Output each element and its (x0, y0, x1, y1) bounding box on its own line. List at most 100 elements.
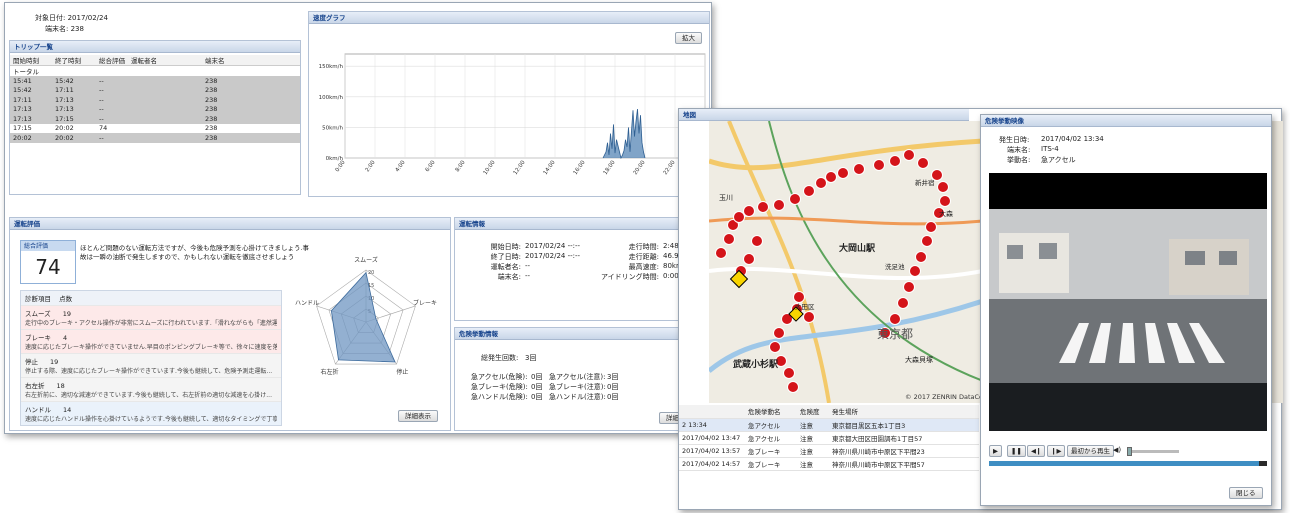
diag-item-desc: 右左折前に、適切な減速ができています.今後も継続して、右左折前の適切な減速を心掛… (25, 392, 272, 399)
event-col-level[interactable]: 危険度 (797, 405, 829, 419)
route-marker-icon[interactable] (783, 367, 795, 379)
diag-item[interactable]: 停止 19 停止する際、速度に応じたブレーキ操作ができています.今後も継続して、危険… (21, 354, 281, 378)
col-terminal[interactable]: 端末名 (202, 55, 300, 66)
diag-item[interactable]: スムーズ 19 走行中のブレーキ・アクセル操作が非常にスムーズに行われています.「滑… (21, 306, 281, 330)
diag-item[interactable]: ハンドル 14 速度に応じたハンドル操作を心掛けているようです.今後も継続して、適切… (21, 402, 281, 425)
route-marker-icon[interactable] (787, 381, 799, 393)
diag-item[interactable]: 右左折 18 右左折前に、適切な減速ができています.今後も継続して、右左折前の適切な… (21, 378, 281, 402)
driving-eval-title: 運転評価 (10, 218, 450, 230)
route-marker-icon[interactable] (897, 297, 909, 309)
volume-slider[interactable] (1127, 447, 1179, 456)
route-marker-icon[interactable] (773, 327, 785, 339)
route-marker-icon[interactable] (937, 181, 949, 193)
radar-label: ブレーキ (413, 299, 437, 307)
route-marker-icon[interactable] (873, 159, 885, 171)
table-row-total[interactable]: トータル (10, 66, 300, 76)
route-marker-icon[interactable] (733, 211, 745, 223)
route-marker-icon[interactable] (909, 265, 921, 277)
route-marker-icon[interactable] (815, 177, 827, 189)
eval-detail-button[interactable]: 詳細表示 (398, 410, 438, 422)
diag-item[interactable]: ブレーキ 4 速度に応じたブレーキ操作ができていません.早目のポンピングブレーキ等で… (21, 330, 281, 354)
event-cell-level: 注意 (797, 457, 829, 471)
event-row[interactable]: 2017/04/02 14:57 急ブレーキ 注意 神奈川県川崎市中原区下平間57 (679, 457, 979, 471)
diag-header-item: 診断項目 (25, 295, 51, 303)
event-col-time[interactable] (679, 405, 745, 419)
table-row[interactable]: 17:13 17:15 -- 238 (10, 114, 300, 124)
map-label-tamagawa: 玉川 (719, 194, 733, 202)
diag-item-title: 停止 19 (25, 356, 277, 366)
table-row[interactable]: 17:11 17:13 -- 238 (10, 95, 300, 105)
route-marker-icon[interactable] (773, 199, 785, 211)
route-marker-icon[interactable] (903, 149, 915, 161)
volume-icon[interactable]: ◀) (1113, 446, 1121, 454)
map-label-ota: 大田区 (795, 303, 815, 311)
table-row[interactable]: 15:42 17:11 -- 238 (10, 85, 300, 95)
route-marker-icon[interactable] (803, 185, 815, 197)
diag-item-desc: 速度に応じたハンドル操作を心掛けているようです.今後も継続して、適切なタイミング… (25, 416, 277, 423)
route-marker-icon[interactable] (723, 233, 735, 245)
col-score[interactable]: 総合評価 (96, 55, 128, 66)
col-start[interactable]: 開始時刻 (10, 55, 52, 66)
table-row[interactable]: 20:02 20:02 -- 238 (10, 133, 300, 143)
col-driver[interactable]: 運転者名 (128, 55, 202, 66)
route-marker-icon[interactable] (903, 281, 915, 293)
route-marker-icon[interactable] (825, 171, 837, 183)
route-marker-icon[interactable] (803, 311, 815, 323)
pause-button[interactable]: ❚❚ (1007, 445, 1026, 457)
trip-cell-start: 15:41 (10, 76, 52, 86)
table-row[interactable]: 17:15 20:02 74 238 (10, 124, 300, 134)
route-marker-icon[interactable] (889, 313, 901, 325)
route-marker-icon[interactable] (837, 167, 849, 179)
target-date-value: 2017/02/24 (67, 14, 108, 22)
trip-cell-start: 17:11 (10, 95, 52, 105)
event-cell-time: 2 13:34 (679, 418, 745, 432)
event-row[interactable]: 2017/04/02 13:57 急ブレーキ 注意 神奈川県川崎市中原区下平間23 (679, 444, 979, 458)
info-terminal-value: -- (525, 272, 531, 280)
table-row[interactable]: 17:13 17:13 -- 238 (10, 104, 300, 114)
route-marker-icon[interactable] (889, 155, 901, 167)
route-marker-icon[interactable] (743, 253, 755, 265)
route-marker-icon[interactable] (925, 221, 937, 233)
route-marker-icon[interactable] (751, 235, 763, 247)
x-tick-label: 6:00 (425, 159, 437, 173)
route-marker-icon[interactable] (917, 157, 929, 169)
route-marker-icon[interactable] (789, 193, 801, 205)
event-col-name[interactable]: 危険挙動名 (745, 405, 797, 419)
table-row[interactable]: 15:41 15:42 -- 238 (10, 76, 300, 86)
trip-cell-end: 17:13 (52, 104, 96, 114)
terminal-name-label: 端末名: 238 (45, 25, 84, 33)
route-marker-icon[interactable] (715, 247, 727, 259)
step-back-button[interactable]: ◀❙ (1027, 445, 1046, 457)
step-forward-button[interactable]: ❙▶ (1047, 445, 1066, 457)
distance-label: 走行距離: (628, 253, 659, 261)
eval-comment-2: 故は一瞬の油断で発生しますので、かもしれない運転を徹底させましょう (80, 253, 295, 261)
event-row[interactable]: 2 13:34 急アクセル 注意 東京都目黒区五本1丁目3 (679, 418, 979, 432)
trip-cell-terminal: 238 (202, 114, 300, 124)
diag-item-title: 右左折 18 (25, 380, 277, 390)
event-row[interactable]: 2017/04/02 13:47 急アクセル 注意 東京都大田区田園調布1丁目57 (679, 431, 979, 445)
terminal-name-value: 238 (70, 25, 84, 33)
play-button[interactable]: ▶ (989, 445, 1002, 457)
event-col-place[interactable]: 発生場所 (829, 405, 979, 419)
event-cell-place: 東京都目黒区五本1丁目3 (829, 418, 979, 432)
danger-a-label: 急ハンドル(危険): (471, 393, 528, 401)
diag-item-desc: 走行中のブレーキ・アクセル操作が非常にスムーズに行われています.「滑れながらも「… (25, 320, 277, 327)
close-button[interactable]: 閉じる (1229, 487, 1263, 499)
route-marker-icon[interactable] (915, 251, 927, 263)
route-marker-icon[interactable] (757, 201, 769, 213)
route-marker-icon[interactable] (769, 341, 781, 353)
zoom-button[interactable]: 拡大 (675, 32, 702, 44)
video-frame[interactable] (989, 173, 1267, 431)
route-marker-icon[interactable] (743, 205, 755, 217)
route-marker-icon[interactable] (853, 163, 865, 175)
volume-thumb[interactable] (1127, 447, 1132, 456)
map-view[interactable]: 大岡山駅 東京都 武蔵小杉駅 玉川 大森 大森貝塚 新井宿 洗足池 大田区 © … (709, 121, 983, 403)
replay-button[interactable]: 最初から再生 (1067, 445, 1114, 457)
total-label: トータル (13, 68, 39, 76)
col-end[interactable]: 終了時刻 (52, 55, 96, 66)
trip-cell-end: 17:11 (52, 85, 96, 95)
route-marker-icon[interactable] (921, 235, 933, 247)
video-progress-bar[interactable] (989, 461, 1267, 466)
trip-cell-score: -- (96, 133, 128, 143)
route-marker-icon[interactable] (939, 195, 951, 207)
